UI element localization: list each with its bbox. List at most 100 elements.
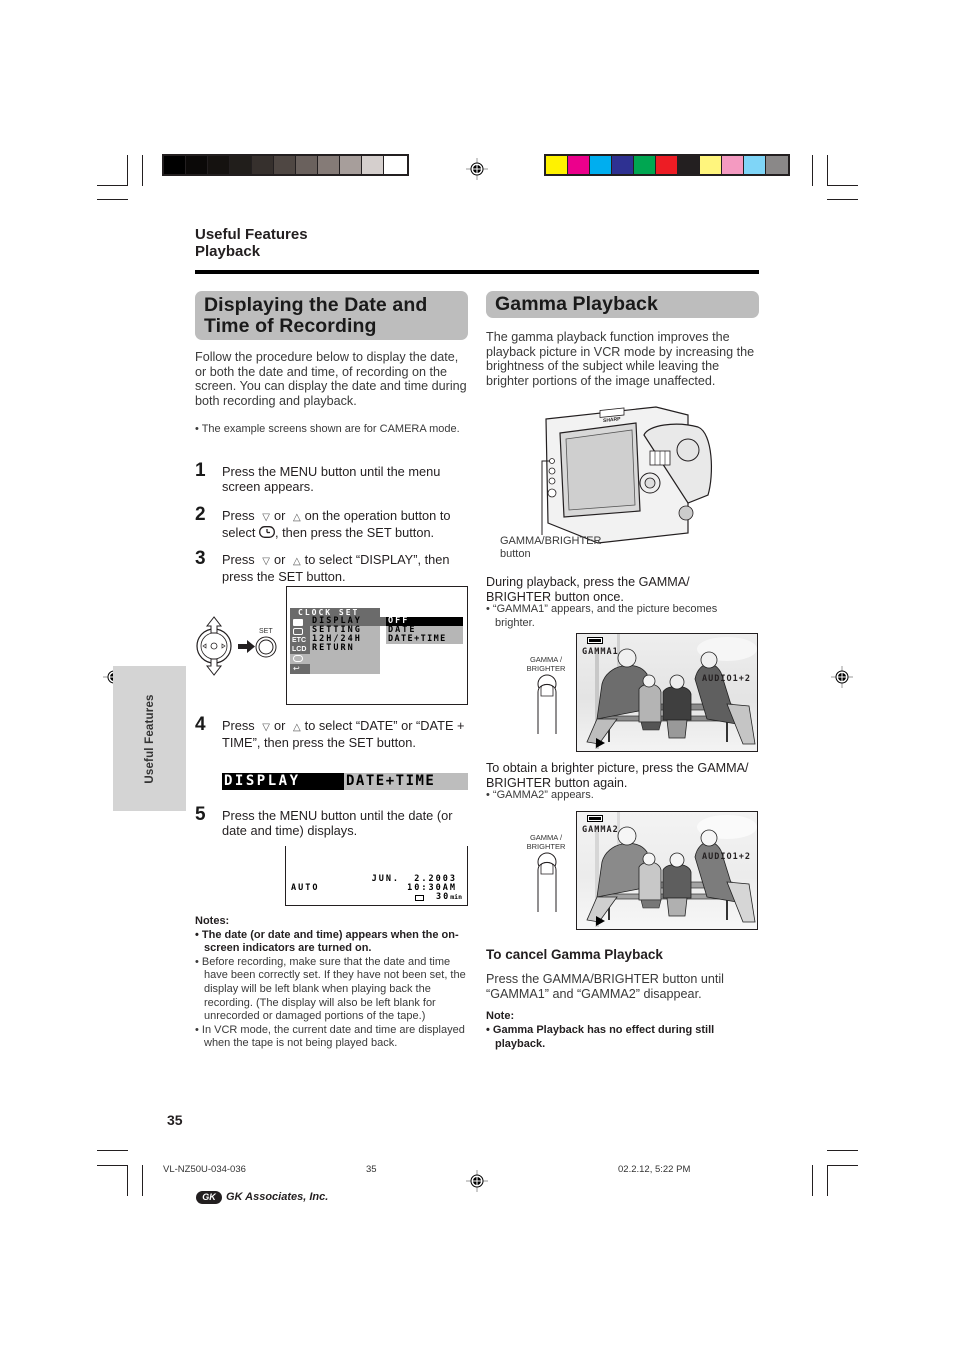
- crop-mark: [142, 155, 143, 186]
- gray-swatch: [384, 156, 406, 174]
- crop-mark: [827, 155, 828, 186]
- up-arrow-icon: △: [292, 556, 301, 567]
- color-swatch: [568, 156, 590, 174]
- return-icon: ↩: [293, 664, 300, 673]
- battery-icon: [587, 637, 603, 644]
- camera2-icon: [293, 628, 303, 635]
- set-button-icon: [255, 636, 277, 658]
- note-item: • Before recording, make sure that the d…: [195, 955, 466, 1023]
- up-arrow-icon: △: [292, 512, 301, 523]
- notes-block: Notes: • The date (or date and time) app…: [195, 915, 473, 1051]
- camera-icon: [293, 619, 303, 626]
- battery-icon: [587, 815, 603, 822]
- tape-icon: [415, 895, 424, 901]
- clock-icon: [293, 655, 303, 662]
- note-text: • Gamma Playback has no effect during st…: [486, 1024, 715, 1050]
- publisher-name: GK Associates, Inc.: [226, 1191, 329, 1203]
- step-1-text: Press the MENU button until the menu scr…: [222, 464, 441, 494]
- registration-mark-icon: [466, 1170, 488, 1192]
- section-title: Useful Features: [195, 226, 308, 243]
- crop-mark: [812, 1165, 813, 1196]
- crop-mark: [97, 1165, 128, 1166]
- option-date-time: DATE+TIME: [388, 634, 447, 644]
- crop-mark: [127, 155, 128, 186]
- gamma2-bullet: • “GAMMA2” appears.: [486, 789, 594, 801]
- gray-swatch: [340, 156, 362, 174]
- section-header: Useful Features Playback: [195, 226, 308, 260]
- page-number: 35: [167, 1112, 183, 1128]
- step-5-number: 5: [195, 804, 206, 825]
- display-value: DATE+TIME: [344, 773, 468, 790]
- crop-mark: [127, 1165, 128, 1196]
- gamma-step-once: During playback, press the GAMMA/ BRIGHT…: [486, 575, 690, 604]
- color-swatch: [612, 156, 634, 174]
- date-display-screen: JUN. 2.2003 AUTO 10:30AM 30min: [285, 846, 468, 906]
- play-icon: [596, 916, 605, 926]
- finger-press-icon: [537, 852, 557, 912]
- step-4-text: Press ▽ or △ to select “DATE” or “DATE + T…: [222, 718, 465, 750]
- camera-caption: GAMMA/BRIGHTER button: [500, 535, 602, 560]
- crop-mark: [97, 1150, 128, 1151]
- right-section-title: Gamma Playback: [486, 291, 759, 318]
- tape-remaining: 30min: [436, 892, 462, 902]
- crop-mark: [142, 1165, 143, 1196]
- header-rule: [195, 270, 759, 274]
- gray-swatch: [362, 156, 384, 174]
- crop-mark: [97, 199, 128, 200]
- crop-mark: [97, 185, 128, 186]
- color-swatch: [744, 156, 766, 174]
- camera-mode-note: • The example screens shown are for CAME…: [195, 423, 460, 435]
- crop-mark: [827, 1150, 858, 1151]
- display-key: DISPLAY: [222, 773, 344, 790]
- color-swatch: [766, 156, 788, 174]
- lcd-icon: LCD: [292, 646, 307, 653]
- step-3-number: 3: [195, 548, 206, 569]
- gamma2-screen: GAMMA2 AUDIO1+2: [576, 811, 758, 930]
- color-swatch: [634, 156, 656, 174]
- gamma-brighter-button-label: GAMMA / BRIGHTER: [526, 655, 566, 673]
- note-title: Note:: [486, 1010, 515, 1022]
- color-swatch: [590, 156, 612, 174]
- audio-indicator: AUDIO1+2: [702, 852, 751, 862]
- slug-page: 35: [366, 1164, 377, 1175]
- gray-swatch: [230, 156, 252, 174]
- publisher-logo: GK: [196, 1191, 222, 1204]
- gray-calibration-bar: [162, 154, 409, 176]
- step-3-text: Press ▽ or △ to select “DISPLAY”, then pre…: [222, 552, 450, 584]
- gamma-indicator: GAMMA2: [582, 825, 619, 835]
- menu-screen: CLOCK SET ETC LCD ↩ DISPLAY SETTING 12H/…: [286, 586, 468, 705]
- slug-timestamp: 02.2.12, 5:22 PM: [618, 1164, 691, 1175]
- color-swatch: [678, 156, 700, 174]
- notes-title: Notes:: [195, 915, 230, 927]
- registration-mark-icon: [831, 666, 853, 688]
- menu-item-return: RETURN: [312, 643, 355, 653]
- color-swatch: [722, 156, 744, 174]
- step-5-text: Press the MENU button until the date (or…: [222, 808, 453, 838]
- gray-swatch: [296, 156, 318, 174]
- crop-mark: [827, 199, 858, 200]
- note-item: • The date (or date and time) appears wh…: [195, 928, 459, 955]
- gray-swatch: [318, 156, 340, 174]
- gray-swatch: [252, 156, 274, 174]
- cancel-title: To cancel Gamma Playback: [486, 947, 663, 962]
- finger-press-icon: [537, 674, 557, 734]
- gamma-brighter-button-label: GAMMA / BRIGHTER: [526, 833, 566, 851]
- gamma-indicator: GAMMA1: [582, 647, 619, 657]
- up-arrow-icon: △: [292, 722, 301, 733]
- right-intro: The gamma playback function improves the…: [486, 330, 755, 388]
- display-setting-bar: DISPLAY DATE+TIME: [222, 773, 468, 790]
- left-intro: Follow the procedure below to display th…: [195, 350, 467, 408]
- gray-swatch: [164, 156, 186, 174]
- operation-button-icon: [196, 616, 232, 676]
- color-swatch: [546, 156, 568, 174]
- clock-icon: [259, 526, 275, 538]
- cancel-text: Press the GAMMA/BRIGHTER button until “G…: [486, 972, 724, 1001]
- gamma-step-again: To obtain a brighter picture, press the …: [486, 761, 749, 790]
- step-2-number: 2: [195, 504, 206, 525]
- notes-list: • The date (or date and time) appears wh…: [195, 929, 473, 1051]
- note-item: • In VCR mode, the current date and time…: [195, 1023, 465, 1050]
- play-icon: [596, 738, 605, 748]
- step-1-number: 1: [195, 460, 206, 481]
- color-swatch: [656, 156, 678, 174]
- left-section-title: Displaying the Date and Time of Recordin…: [195, 291, 468, 340]
